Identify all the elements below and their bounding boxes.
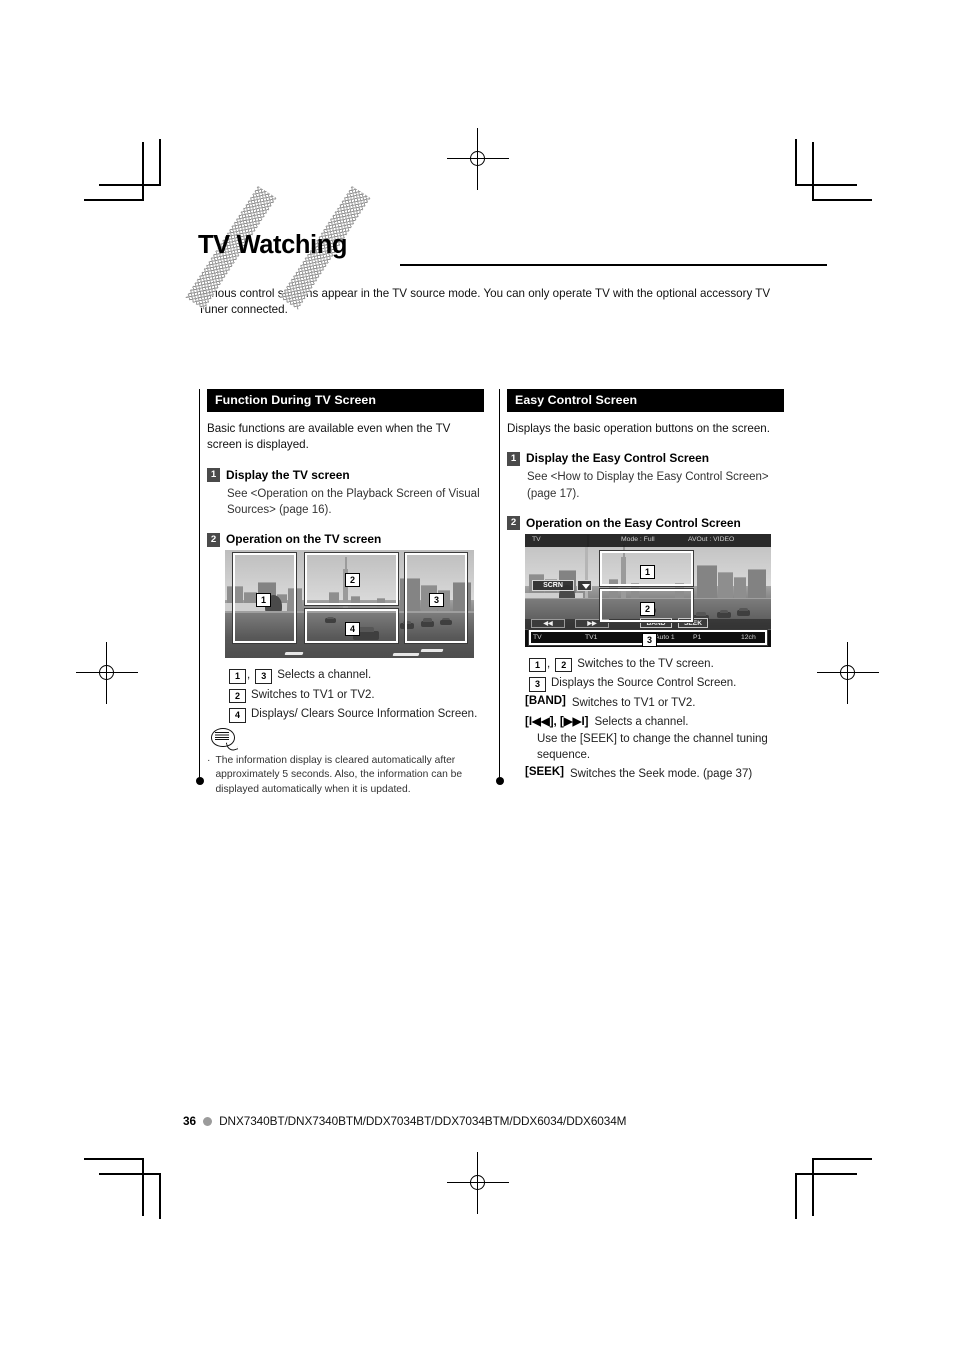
right-step-2: 2 Operation on the Easy Control Screen: [507, 515, 784, 531]
callout-number: 2: [640, 601, 655, 616]
section-heading-easy-control-screen: Easy Control Screen: [507, 389, 784, 412]
step-number-badge: 1: [207, 468, 220, 483]
left-key-row-1: 1 , 3 Selects a channel.: [229, 667, 484, 684]
bracket-key-description: Switches the Seek mode. (page 37): [569, 768, 753, 781]
left-step-1: 1 Display the TV screen: [207, 467, 484, 483]
left-intro-text: Basic functions are available even when …: [207, 422, 451, 452]
left-step-2: 2 Operation on the TV screen: [207, 531, 484, 547]
step-title: Operation on the Easy Control Screen: [526, 515, 741, 530]
key-description: Selects a channel.: [277, 669, 372, 681]
key-badge: 3: [255, 669, 273, 684]
bracket-key-label: [BAND]: [525, 694, 566, 707]
page-number: 36: [183, 1114, 197, 1128]
key-badge: 1: [229, 669, 246, 684]
right-column-body: Displays the basic operation buttons on …: [507, 412, 784, 783]
step-title: Display the TV screen: [226, 467, 350, 482]
note-text: The information display is cleared autom…: [215, 754, 463, 795]
easy-control-screenshot: TV Mode : Full AVOut : VIDEO SCRN ◀◀ ▶▶ …: [525, 533, 771, 647]
scrn-button[interactable]: SCRN: [532, 579, 574, 591]
left-column-rule: [195, 389, 204, 785]
key-separator: ,: [547, 657, 551, 670]
key-badge: 3: [529, 677, 546, 692]
key-badge: 2: [555, 657, 573, 673]
callout-number: 3: [429, 593, 444, 607]
step-number-badge: 2: [207, 532, 220, 547]
callout-number: 1: [256, 593, 271, 607]
key-description: Displays the Source Control Screen.: [551, 677, 737, 690]
note-item: · The information display is cleared aut…: [207, 754, 484, 798]
callout-box-3[interactable]: 3: [528, 628, 768, 647]
key-description: Switches to TV1 or TV2.: [251, 688, 375, 701]
callout-number: 4: [345, 622, 360, 636]
callout-number: 3: [642, 632, 657, 647]
callout-number: 1: [640, 564, 655, 579]
step-number-badge: 2: [507, 516, 520, 531]
right-column-end-dot: [495, 777, 504, 785]
key-separator: ,: [247, 669, 251, 681]
chevron-down-icon[interactable]: [577, 579, 592, 591]
left-column: Function During TV Screen Basic function…: [195, 389, 484, 797]
page-footer: 36 DNX7340BT/DNX7340BTM/DDX7034BT/DDX703…: [183, 1114, 627, 1128]
step-title: Operation on the TV screen: [226, 532, 382, 546]
callout-box-1[interactable]: 1: [599, 549, 694, 587]
callout-number: 2: [345, 573, 360, 587]
right-bracket-row-skip-sub: Use the [SEEK] to change the channel tun…: [537, 732, 768, 761]
callout-box-2[interactable]: 2: [304, 552, 399, 606]
top-bar-source-label: TV: [532, 536, 541, 544]
right-step-1: 1 Display the Easy Control Screen: [507, 450, 784, 466]
key-badge: 1: [529, 657, 546, 673]
bracket-key-label: [I◀◀], [▶▶I]: [525, 716, 589, 729]
step-title: Display the Easy Control Screen: [526, 451, 710, 466]
right-step-1-text: See <How to Display the Easy Control Scr…: [527, 471, 769, 500]
easy-control-top-bar: TV Mode : Full AVOut : VIDEO: [525, 533, 771, 547]
key-badge: 4: [229, 708, 246, 723]
right-bracket-row-skip: [I◀◀], [▶▶I] Selects a channel.: [525, 714, 784, 730]
prev-track-button[interactable]: ◀◀: [531, 618, 565, 628]
footer-model-list: DNX7340BT/DNX7340BTM/DDX7034BT/DDX7034BT…: [219, 1114, 627, 1128]
top-bar-mode-label: Mode : Full: [621, 536, 655, 544]
right-bracket-row-seek: [SEEK] Switches the Seek mode. (page 37): [525, 766, 784, 782]
right-column-rule: [495, 389, 504, 785]
right-intro-text: Displays the basic operation buttons on …: [507, 422, 770, 435]
page-title: TV Watching: [198, 231, 348, 259]
title-rule: [400, 264, 827, 266]
section-heading-function-during-tv-screen: Function During TV Screen: [207, 389, 484, 412]
bracket-key-description: Selects a channel.: [594, 716, 689, 729]
callout-box-4[interactable]: 4: [304, 608, 399, 644]
left-step-1-text: See <Operation on the Playback Screen of…: [227, 487, 480, 516]
right-key-row-2: 3 Displays the Source Control Screen.: [529, 675, 784, 692]
left-key-row-3: 4 Displays/ Clears Source Information Sc…: [229, 706, 484, 723]
key-badge: 2: [229, 688, 246, 703]
bracket-key-label: [SEEK]: [525, 766, 564, 779]
top-bar-avout-label: AVOut : VIDEO: [688, 536, 735, 544]
right-key-row-1: 1 , 2 Switches to the TV screen.: [529, 656, 784, 673]
callout-box-3[interactable]: 3: [404, 552, 468, 644]
left-column-body: Basic functions are available even when …: [207, 412, 484, 797]
key-description: Displays/ Clears Source Information Scre…: [251, 708, 478, 720]
bracket-key-description: Switches to TV1 or TV2.: [571, 696, 696, 709]
left-note-list: · The information display is cleared aut…: [207, 754, 484, 798]
right-column: Easy Control Screen Displays the basic o…: [495, 389, 784, 786]
left-column-end-dot: [195, 777, 204, 785]
callout-box-2[interactable]: 2: [599, 587, 694, 623]
tv-playback-screenshot: 1 2 3 4: [225, 550, 474, 658]
manual-page: TV Watching Various control screens appe…: [0, 0, 954, 1350]
key-description: Switches to the TV screen.: [577, 657, 714, 670]
right-bracket-row-band: [BAND] Switches to TV1 or TV2.: [525, 695, 784, 711]
footer-dot-icon: [203, 1116, 213, 1126]
note-bullet: ·: [207, 754, 211, 766]
left-key-row-2: 2 Switches to TV1 or TV2.: [229, 687, 484, 703]
step-number-badge: 1: [507, 451, 520, 466]
callout-box-1[interactable]: 1: [232, 552, 297, 644]
note-bubble-icon: [209, 727, 239, 752]
